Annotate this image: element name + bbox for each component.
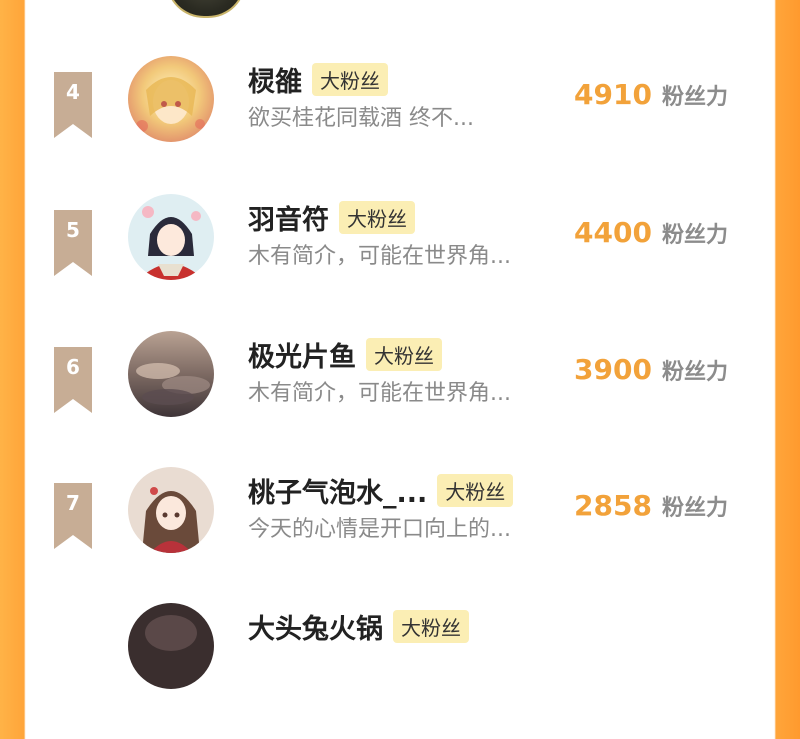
ranking-row[interactable]: 大头兔火锅 大粉丝 [26,603,774,739]
avatar[interactable] [128,194,214,280]
username[interactable]: 极光片鱼 [248,335,356,374]
fan-level-badge: 大粉丝 [393,610,469,643]
name-line: 桃子气泡水_... 大粉丝 [248,471,514,510]
rank-flag: 7 [54,483,92,549]
fan-power-count: 4400 [574,216,652,249]
ranking-card: 4 棂雒 大粉丝 欲买桂花同载酒 终不... 4910 粉丝力 5 羽音符 大粉… [26,0,774,689]
fan-power-count: 4910 [574,78,652,111]
username[interactable]: 羽音符 [248,198,329,237]
ranking-row[interactable]: 5 羽音符 大粉丝 木有简介，可能在世界角... 4400 粉丝力 [26,194,774,330]
name-line: 大头兔火锅 大粉丝 [248,607,469,646]
avatar[interactable] [128,331,214,417]
fan-power: 3900 粉丝力 [574,353,728,386]
fan-power-unit: 粉丝力 [661,85,728,110]
fan-level-badge: 大粉丝 [312,63,388,96]
avatar-image [128,603,214,689]
ranking-row[interactable]: 4 棂雒 大粉丝 欲买桂花同载酒 终不... 4910 粉丝力 [26,56,774,192]
rank-number: 5 [66,218,80,242]
user-bio: 今天的心情是开口向上的... [248,517,511,542]
rank-flag: 4 [54,72,92,138]
fan-power-unit: 粉丝力 [661,223,728,248]
ranking-row[interactable]: 6 极光片鱼 大粉丝 木有简介，可能在世界角... 3900 粉丝力 [26,331,774,467]
fan-power-count: 2858 [574,489,652,522]
fan-level-badge: 大粉丝 [366,338,442,371]
avatar-image [128,331,214,417]
fan-level-badge: 大粉丝 [339,201,415,234]
fan-power: 4400 粉丝力 [574,216,728,249]
rank-number: 4 [66,80,80,104]
user-bio: 欲买桂花同载酒 终不... [248,106,474,131]
avatar-image [128,56,214,142]
username[interactable]: 大头兔火锅 [248,607,383,646]
avatar[interactable] [128,467,214,553]
username[interactable]: 桃子气泡水_... [248,471,427,510]
name-line: 羽音符 大粉丝 [248,198,415,237]
avatar[interactable] [128,603,214,689]
fan-power-unit: 粉丝力 [661,360,728,385]
user-bio: 木有简介，可能在世界角... [248,244,511,269]
avatar-image [128,194,214,280]
ranking-row[interactable]: 7 桃子气泡水_... 大粉丝 今天的心情是开口向上的... 2858 粉丝力 [26,467,774,603]
fan-power-count: 3900 [574,353,652,386]
fan-power-unit: 粉丝力 [661,496,728,521]
avatar-rank-3[interactable] [166,0,246,18]
avatar-image [128,467,214,553]
username[interactable]: 棂雒 [248,60,302,99]
user-bio: 木有简介，可能在世界角... [248,381,511,406]
avatar[interactable] [128,56,214,142]
rank-flag: 5 [54,210,92,276]
rank-number: 7 [66,491,80,515]
fan-level-badge: 大粉丝 [437,474,514,507]
rank-flag: 6 [54,347,92,413]
fan-power: 4910 粉丝力 [574,78,728,111]
rank-number: 6 [66,355,80,379]
fan-power: 2858 粉丝力 [574,489,728,522]
name-line: 棂雒 大粉丝 [248,60,388,99]
name-line: 极光片鱼 大粉丝 [248,335,442,374]
